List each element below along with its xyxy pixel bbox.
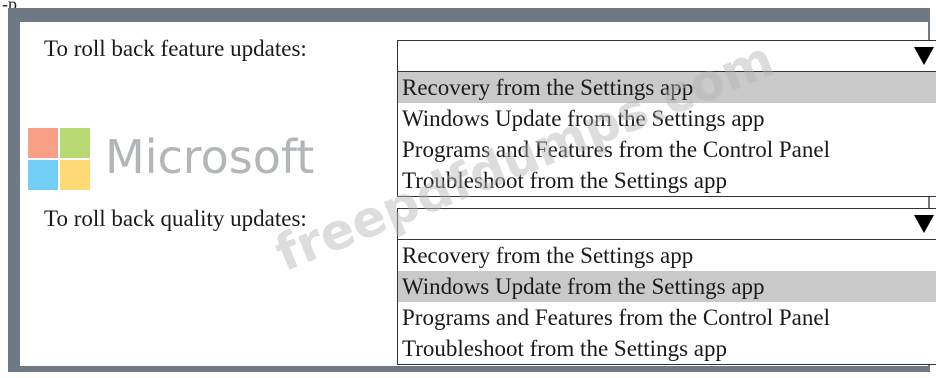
dropdown-arrow-icon[interactable] [914, 215, 934, 233]
feature-option-troubleshoot[interactable]: Troubleshoot from the Settings app [398, 165, 936, 196]
feature-option-windows-update[interactable]: Windows Update from the Settings app [398, 103, 936, 134]
quality-option-recovery[interactable]: Recovery from the Settings app [398, 240, 936, 271]
feature-updates-dropdown-header[interactable] [398, 41, 936, 72]
feature-option-recovery[interactable]: Recovery from the Settings app [398, 72, 936, 103]
feature-updates-label: To roll back feature updates: [44, 36, 307, 61]
quality-option-programs-features[interactable]: Programs and Features from the Control P… [398, 302, 936, 333]
answer-panel: Microsoft To roll back feature updates: … [20, 22, 936, 366]
dropdown-arrow-icon[interactable] [914, 47, 934, 65]
quality-updates-dropdown-header[interactable] [398, 209, 936, 240]
watermark-logo-text: Microsoft [105, 130, 315, 184]
quality-option-troubleshoot[interactable]: Troubleshoot from the Settings app [398, 333, 936, 364]
quality-updates-label: To roll back quality updates: [44, 206, 307, 231]
quality-updates-dropdown[interactable]: Recovery from the Settings app Windows U… [397, 208, 936, 365]
feature-updates-dropdown[interactable]: Recovery from the Settings app Windows U… [397, 40, 936, 197]
quality-option-windows-update[interactable]: Windows Update from the Settings app [398, 271, 936, 302]
feature-option-programs-features[interactable]: Programs and Features from the Control P… [398, 134, 936, 165]
